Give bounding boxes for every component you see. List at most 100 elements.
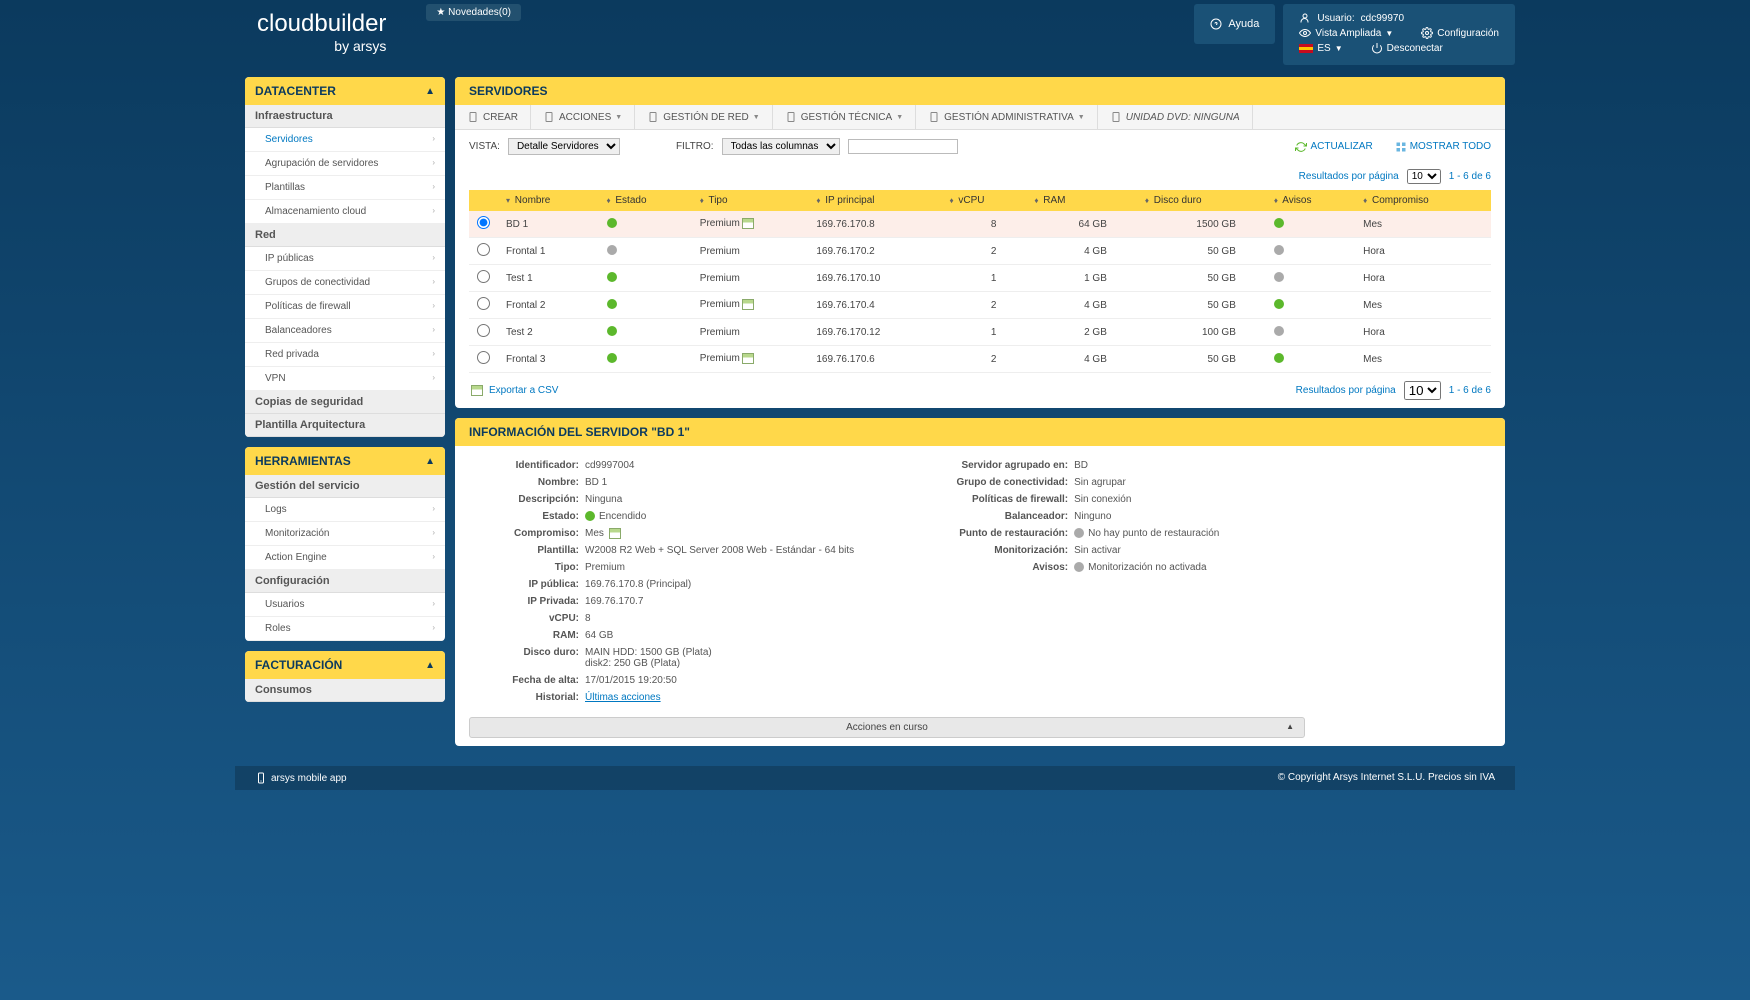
eye-icon [1299,27,1311,39]
filtro-label: FILTRO: [676,141,714,152]
language-selector[interactable]: ES ▼ [1299,43,1342,54]
page-range: 1 - 6 de 6 [1449,171,1491,182]
filtro-select[interactable]: Todas las columnas [722,138,840,155]
sidebar-item[interactable]: Plantillas› [245,176,445,200]
sidebar-item[interactable]: Almacenamiento cloud› [245,200,445,224]
chevron-right-icon: › [432,301,435,312]
sidebar-section[interactable]: Plantilla Arquitectura [245,414,445,437]
column-header[interactable]: ♦ IP principal [808,190,941,211]
sidebar-panel-datacenter[interactable]: DATACENTER▲ [245,77,445,105]
column-header[interactable]: ♦ Compromiso [1355,190,1491,211]
sidebar-item[interactable]: Monitorización› [245,522,445,546]
table-row[interactable]: BD 1Premium169.76.170.8864 GB1500 GBMes [469,211,1491,238]
sidebar-section[interactable]: Consumos [245,679,445,702]
info-row: Estado:Encendido [475,511,854,522]
info-row: Disco duro:MAIN HDD: 1500 GB (Plata)disk… [475,647,854,669]
page-size-select-bottom[interactable]: 10 [1404,381,1441,400]
column-header[interactable] [469,190,498,211]
status-dot [607,245,617,255]
acciones-en-curso-button[interactable]: Acciones en curso ▲ [469,717,1305,738]
table-row[interactable]: Frontal 1Premium169.76.170.224 GB50 GBHo… [469,238,1491,265]
info-row: Punto de restauración:No hay punto de re… [914,528,1219,539]
toolbar-gesti-n-de-red[interactable]: GESTIÓN DE RED▼ [635,105,773,129]
row-select-radio[interactable] [477,324,490,337]
sidebar-item[interactable]: Agrupación de servidores› [245,152,445,176]
doc-icon [785,111,797,123]
info-link[interactable]: Últimas acciones [585,692,661,703]
sidebar-section[interactable]: Infraestructura [245,105,445,128]
status-dot [607,326,617,336]
toolbar-crear[interactable]: CREAR [455,105,531,129]
sidebar-item[interactable]: Políticas de firewall› [245,295,445,319]
info-row: IP Privada:169.76.170.7 [475,596,854,607]
servers-title: SERVIDORES [455,77,1505,105]
sidebar-item[interactable]: Action Engine› [245,546,445,570]
column-header[interactable]: ♦ RAM [1026,190,1136,211]
chevron-right-icon: › [432,599,435,610]
doc-icon [1110,111,1122,123]
info-row: Balanceador:Ninguno [914,511,1219,522]
mobile-app-link[interactable]: arsys mobile app [255,772,347,784]
toolbar-gesti-n-administrativa[interactable]: GESTIÓN ADMINISTRATIVA▼ [916,105,1098,129]
row-select-radio[interactable] [477,216,490,229]
chevron-right-icon: › [432,623,435,634]
toolbar-unidad-dvd-ninguna[interactable]: UNIDAD DVD: NINGUNA [1098,105,1253,129]
chevron-up-icon: ▲ [425,86,435,97]
status-dot [585,511,595,521]
info-row: Monitorización:Sin activar [914,545,1219,556]
row-select-radio[interactable] [477,243,490,256]
sidebar-item[interactable]: IP públicas› [245,247,445,271]
alert-dot [1274,272,1284,282]
page-size-select[interactable]: 10 [1407,169,1441,184]
column-header[interactable]: ♦ Avisos [1266,190,1355,211]
toolbar-gesti-n-t-cnica[interactable]: GESTIÓN TÉCNICA▼ [773,105,916,129]
logo-by: by arsys [257,38,386,54]
sidebar-item[interactable]: Balanceadores› [245,319,445,343]
toolbar-acciones[interactable]: ACCIONES▼ [531,105,635,129]
footer: arsys mobile app © Copyright Arsys Inter… [235,766,1515,790]
ayuda-button[interactable]: Ayuda [1194,4,1275,44]
column-header[interactable]: ♦ Disco duro [1137,190,1266,211]
row-select-radio[interactable] [477,270,490,283]
novedades-button[interactable]: ★ Novedades(0) [426,4,521,21]
table-row[interactable]: Frontal 2Premium169.76.170.424 GB50 GBMe… [469,292,1491,319]
actualizar-button[interactable]: ACTUALIZAR [1295,141,1372,153]
status-dot [607,218,617,228]
sidebar-section[interactable]: Configuración [245,570,445,593]
column-header[interactable]: ♦ Estado [599,190,692,211]
sidebar-panel-herramientas[interactable]: HERRAMIENTAS▲ [245,447,445,475]
help-icon [1210,18,1222,30]
table-row[interactable]: Test 1Premium169.76.170.1011 GB50 GBHora [469,265,1491,292]
sidebar-item[interactable]: Logs› [245,498,445,522]
export-csv-link[interactable]: Exportar a CSV [489,385,558,396]
table-row[interactable]: Test 2Premium169.76.170.1212 GB100 GBHor… [469,319,1491,346]
sidebar-item[interactable]: Grupos de conectividad› [245,271,445,295]
vista-select[interactable]: Detalle Servidores [508,138,620,155]
sidebar-item[interactable]: Red privada› [245,343,445,367]
desconectar-link[interactable]: Desconectar [1371,42,1443,54]
row-select-radio[interactable] [477,297,490,310]
chevron-right-icon: › [432,182,435,193]
table-row[interactable]: Frontal 3Premium169.76.170.624 GB50 GBMe… [469,346,1491,373]
sidebar-item[interactable]: Usuarios› [245,593,445,617]
chevron-right-icon: › [432,158,435,169]
configuracion-link[interactable]: Configuración [1421,27,1499,39]
column-header[interactable]: ▾ Nombre [498,190,599,211]
sidebar-section[interactable]: Copias de seguridad [245,391,445,414]
gear-icon [1421,27,1433,39]
chevron-right-icon: › [432,528,435,539]
filtro-input[interactable] [848,139,958,154]
sidebar-section[interactable]: Red [245,224,445,247]
sidebar-panel-facturacion[interactable]: FACTURACIÓN▲ [245,651,445,679]
sidebar-item[interactable]: VPN› [245,367,445,391]
status-dot [1074,562,1084,572]
sidebar-section[interactable]: Gestión del servicio [245,475,445,498]
vista-ampliada-link[interactable]: Vista Ampliada ▼ [1299,27,1393,39]
column-header[interactable]: ♦ Tipo [692,190,809,211]
mostrar-todo-button[interactable]: MOSTRAR TODO [1395,141,1491,153]
column-header[interactable]: ♦ vCPU [941,190,1026,211]
sidebar-item[interactable]: Servidores› [245,128,445,152]
row-select-radio[interactable] [477,351,490,364]
sidebar-item[interactable]: Roles› [245,617,445,641]
logo-main: cloudbuilder [257,10,386,37]
